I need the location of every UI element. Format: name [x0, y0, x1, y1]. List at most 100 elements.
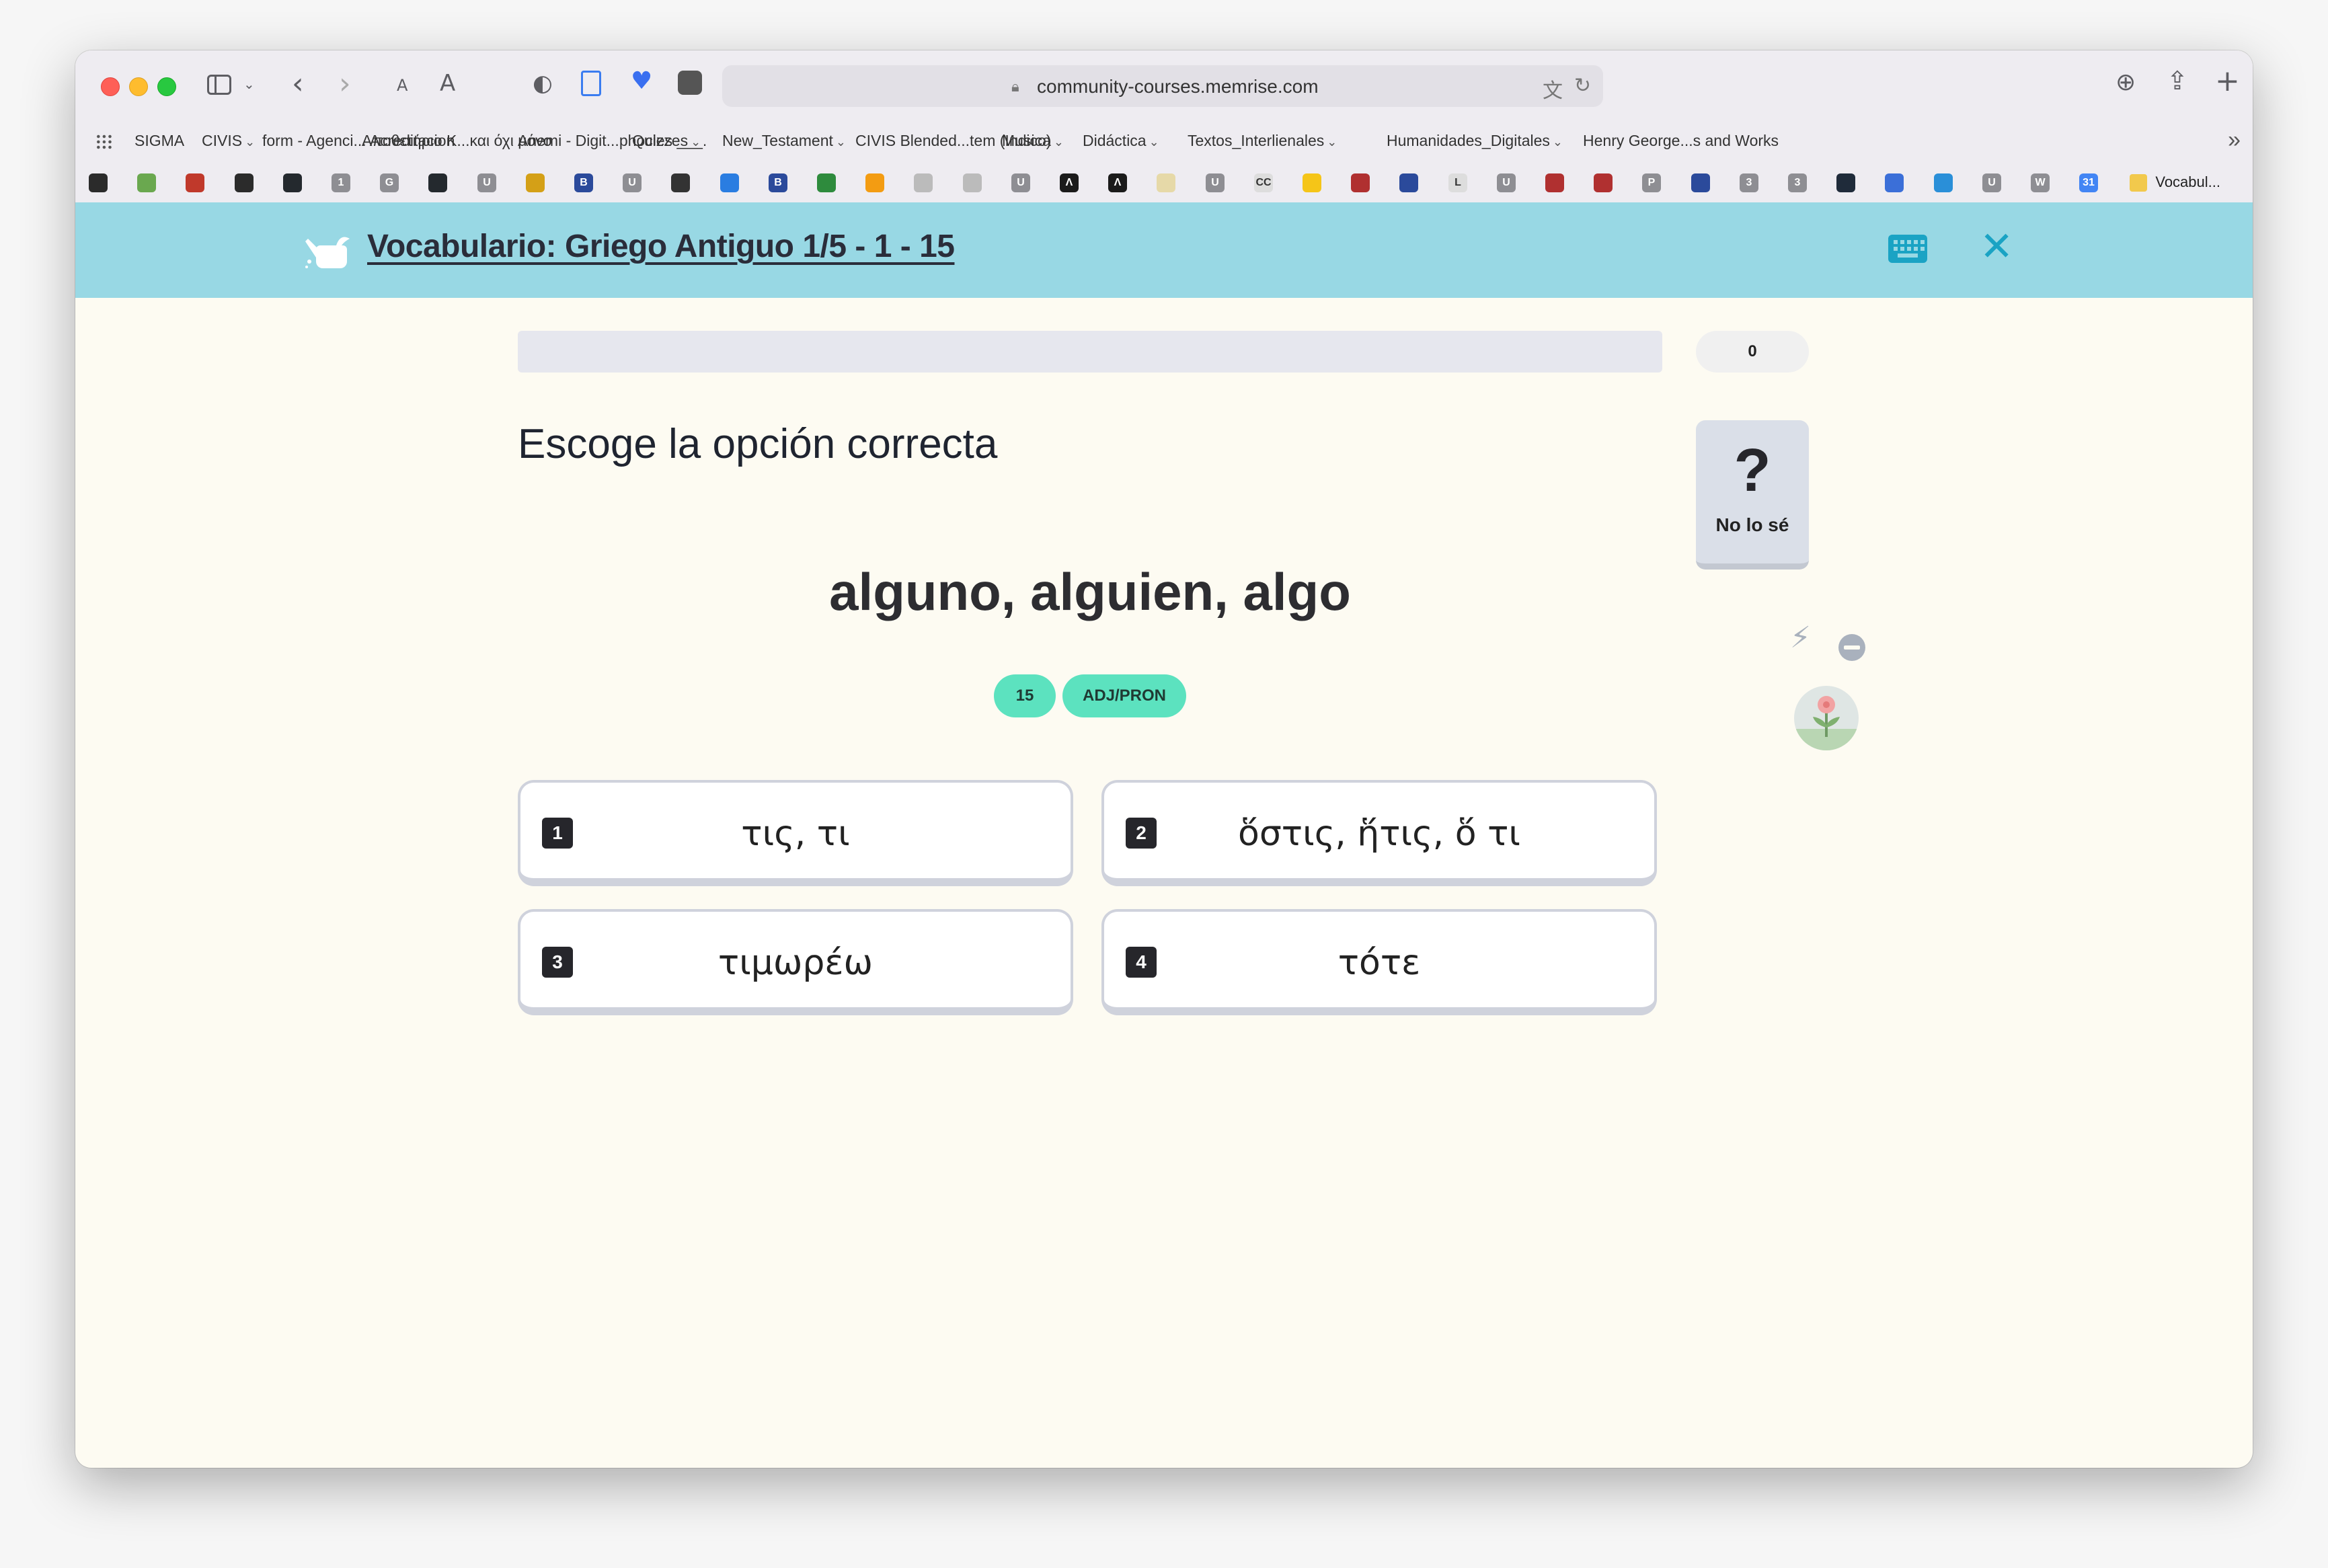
- bookmark-icon[interactable]: U: [1497, 173, 1516, 192]
- bookmark-icon[interactable]: B: [769, 173, 787, 192]
- answer-option-2[interactable]: 2 ὅστις, ἥτις, ὅ τι: [1101, 780, 1657, 886]
- bookmark-icon[interactable]: [526, 173, 545, 192]
- bookmark-icon[interactable]: CC: [1254, 173, 1273, 192]
- minimize-window-button[interactable]: [129, 77, 148, 96]
- favorite-label: Textos_Interlienales: [1188, 132, 1325, 149]
- filter-extension-icon[interactable]: ♥: [631, 69, 652, 93]
- close-window-button[interactable]: [101, 77, 120, 96]
- dont-know-button[interactable]: ? No lo sé: [1696, 420, 1809, 570]
- lightning-bolt-icon[interactable]: ⚡︎: [1790, 623, 1811, 653]
- bookmark-icon[interactable]: 1: [332, 173, 350, 192]
- tag-list: 15 ADJ/PRON: [518, 674, 1662, 717]
- favorite-item[interactable]: Musica ⌄: [1002, 132, 1064, 150]
- course-header: Vocabulario: Griego Antiguo 1/5 - 1 - 15…: [75, 202, 2253, 298]
- bookmark-icon[interactable]: U: [1982, 173, 2001, 192]
- favorite-label: Musica: [1002, 132, 1051, 149]
- bookmark-vocabulario[interactable]: Vocabul...: [2130, 173, 2220, 192]
- favorite-item[interactable]: Didáctica ⌄: [1083, 132, 1159, 150]
- bookmark-icon[interactable]: [1934, 173, 1953, 192]
- favorite-item[interactable]: Quizzes ⌄: [632, 132, 701, 150]
- favorite-item[interactable]: Textos_Interlienales ⌄: [1188, 132, 1337, 150]
- favorite-item[interactable]: Humanidades_Digitales ⌄: [1387, 132, 1563, 150]
- bookmark-icon[interactable]: U: [623, 173, 642, 192]
- dont-know-label: No lo sé: [1715, 514, 1789, 535]
- chevron-down-icon: ⌄: [691, 135, 701, 149]
- chevron-down-icon[interactable]: ⌄: [243, 77, 255, 91]
- bookmark-icon[interactable]: [1399, 173, 1418, 192]
- bookmark-icon[interactable]: L: [1448, 173, 1467, 192]
- bookmark-icon[interactable]: [817, 173, 836, 192]
- bookmark-icon[interactable]: Λ: [1108, 173, 1127, 192]
- bookmark-icon[interactable]: [720, 173, 739, 192]
- bookmark-icon[interactable]: [914, 173, 933, 192]
- answer-option-4[interactable]: 4 τότε: [1101, 909, 1657, 1015]
- watering-can-icon: [305, 237, 350, 268]
- zoom-window-button[interactable]: [157, 77, 176, 96]
- bookmark-icon[interactable]: [1691, 173, 1710, 192]
- favorite-item[interactable]: SIGMA: [134, 132, 184, 150]
- forward-icon[interactable]: ›: [339, 69, 351, 99]
- bookmark-icon[interactable]: [865, 173, 884, 192]
- chevron-down-icon: ⌄: [1149, 135, 1159, 149]
- bookmark-icon[interactable]: [963, 173, 982, 192]
- downloads-icon[interactable]: ⊕: [2116, 71, 2136, 95]
- translate-icon[interactable]: 文: [1543, 74, 1563, 104]
- bookmark-icon[interactable]: U: [1206, 173, 1225, 192]
- course-title-link[interactable]: Vocabulario: Griego Antiguo 1/5 - 1 - 15: [367, 228, 955, 265]
- chevron-down-icon: ⌄: [1327, 135, 1337, 149]
- answer-option-1[interactable]: 1 τις, τι: [518, 780, 1073, 886]
- favorite-item[interactable]: Henry George...s and Works: [1583, 132, 1779, 150]
- favorite-label: CIVIS: [202, 132, 243, 149]
- bookmark-icon[interactable]: [186, 173, 204, 192]
- new-tab-icon[interactable]: +: [2215, 67, 2240, 96]
- bookmark-icon[interactable]: [1836, 173, 1855, 192]
- privacy-shield-icon[interactable]: ◐: [533, 72, 553, 95]
- text-larger-icon[interactable]: A: [440, 72, 455, 95]
- bookmark-icon[interactable]: U: [1011, 173, 1030, 192]
- grid-icon[interactable]: [95, 134, 113, 150]
- more-bookmarks-icon[interactable]: »: [2228, 127, 2241, 153]
- bookmark-icon[interactable]: [1545, 173, 1564, 192]
- bookmark-icon[interactable]: [89, 173, 108, 192]
- back-icon[interactable]: ‹: [292, 69, 304, 99]
- share-icon[interactable]: ⇪: [2167, 68, 2188, 93]
- chevron-down-icon: ⌄: [835, 135, 847, 149]
- browser-toolbar: ⌄ ‹ › A A ◐ ♥ 🔒︎ community-courses.memri…: [75, 50, 2253, 123]
- bookmark-icon[interactable]: W: [2031, 173, 2050, 192]
- bookmark-icon[interactable]: [235, 173, 254, 192]
- text-smaller-icon[interactable]: A: [397, 77, 408, 93]
- bookmark-icon[interactable]: [1594, 173, 1613, 192]
- keyboard-icon[interactable]: [1888, 235, 1927, 263]
- bookmark-icon[interactable]: [283, 173, 302, 192]
- favorite-item[interactable]: New_Testament ⌄: [722, 132, 846, 150]
- instruction-text: Escoge la opción correcta: [518, 421, 998, 467]
- lock-icon: 🔒︎: [1011, 78, 1019, 95]
- bookmark-icon[interactable]: B: [574, 173, 593, 192]
- reload-icon[interactable]: ↻: [1574, 74, 1591, 97]
- bookmark-icon[interactable]: 31: [2079, 173, 2098, 192]
- bookmark-icon[interactable]: G: [380, 173, 399, 192]
- bookmark-icon[interactable]: U: [477, 173, 496, 192]
- bookmark-icon[interactable]: [1885, 173, 1904, 192]
- document-extension-icon[interactable]: [581, 71, 601, 96]
- close-session-icon[interactable]: ✕: [1980, 227, 2013, 267]
- bookmark-icon[interactable]: P: [1642, 173, 1661, 192]
- bookmark-icon[interactable]: Λ: [1060, 173, 1079, 192]
- ignore-word-icon[interactable]: [1838, 634, 1865, 661]
- bookmark-icon[interactable]: 3: [1740, 173, 1758, 192]
- browser-window: ⌄ ‹ › A A ◐ ♥ 🔒︎ community-courses.memri…: [75, 50, 2253, 1468]
- sidebar-toggle-icon[interactable]: [207, 75, 231, 95]
- bookmark-icon[interactable]: [428, 173, 447, 192]
- address-bar[interactable]: 🔒︎ community-courses.memrise.com 文 ↻: [722, 65, 1603, 107]
- favorite-item[interactable]: CIVIS ⌄: [202, 132, 255, 150]
- extension-icon[interactable]: [678, 71, 702, 95]
- bookmark-icon[interactable]: [137, 173, 156, 192]
- answer-option-3[interactable]: 3 τιμωρέω: [518, 909, 1073, 1015]
- bookmark-icon[interactable]: 3: [1788, 173, 1807, 192]
- bookmark-icon[interactable]: [1303, 173, 1321, 192]
- bookmark-icon[interactable]: [671, 173, 690, 192]
- bookmark-icon[interactable]: [1351, 173, 1370, 192]
- bookmark-icon[interactable]: [1157, 173, 1175, 192]
- url-text: community-courses.memrise.com: [1037, 76, 1319, 97]
- chevron-down-icon: ⌄: [245, 135, 256, 149]
